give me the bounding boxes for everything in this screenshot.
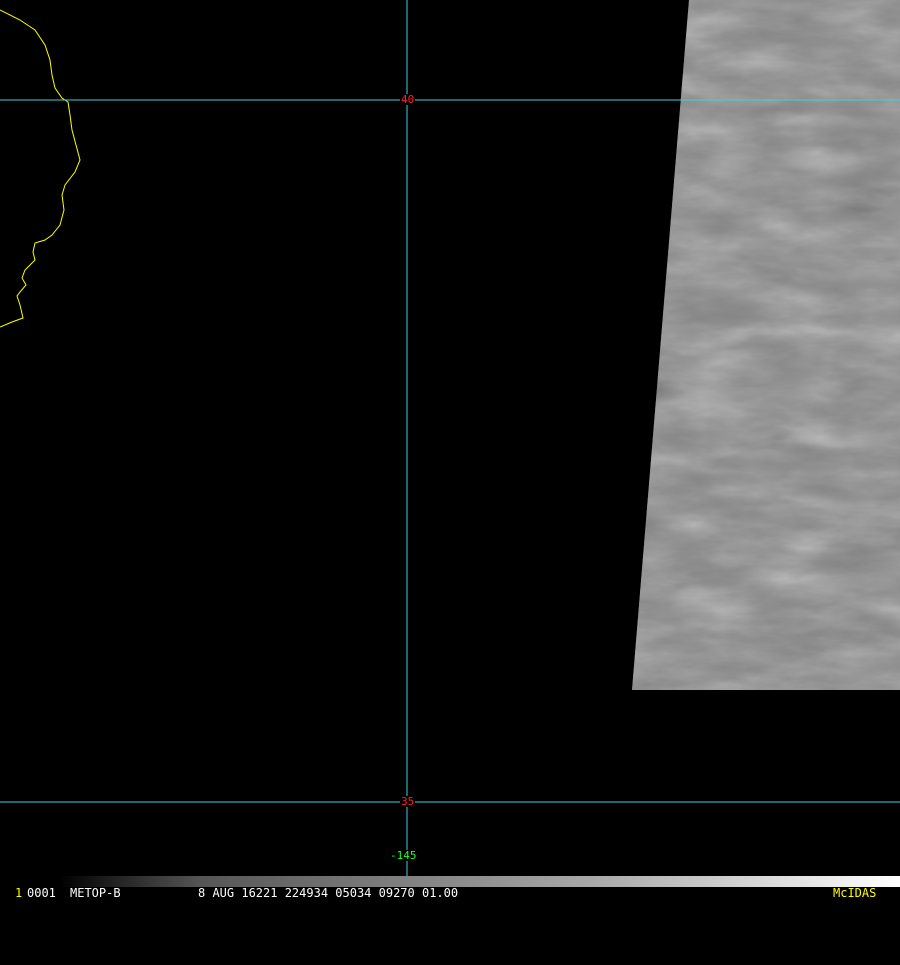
mcidas-brand: McIDAS	[833, 886, 877, 900]
lat-label-35: 35	[400, 795, 416, 808]
status-line: 1 0001 METOP-B 8 AUG 16221 224934 05034 …	[0, 887, 900, 900]
lat-label-40: 40	[400, 93, 416, 106]
satellite-name: METOP-B	[70, 886, 121, 900]
lon-label-145: -145	[389, 849, 418, 862]
image-datetime: 8 AUG 16221 224934 05034 09270 01.00	[198, 886, 459, 900]
satellite-map[interactable]	[0, 0, 900, 876]
frame-id: 0001	[27, 886, 56, 900]
frame-number: 1	[15, 886, 23, 900]
